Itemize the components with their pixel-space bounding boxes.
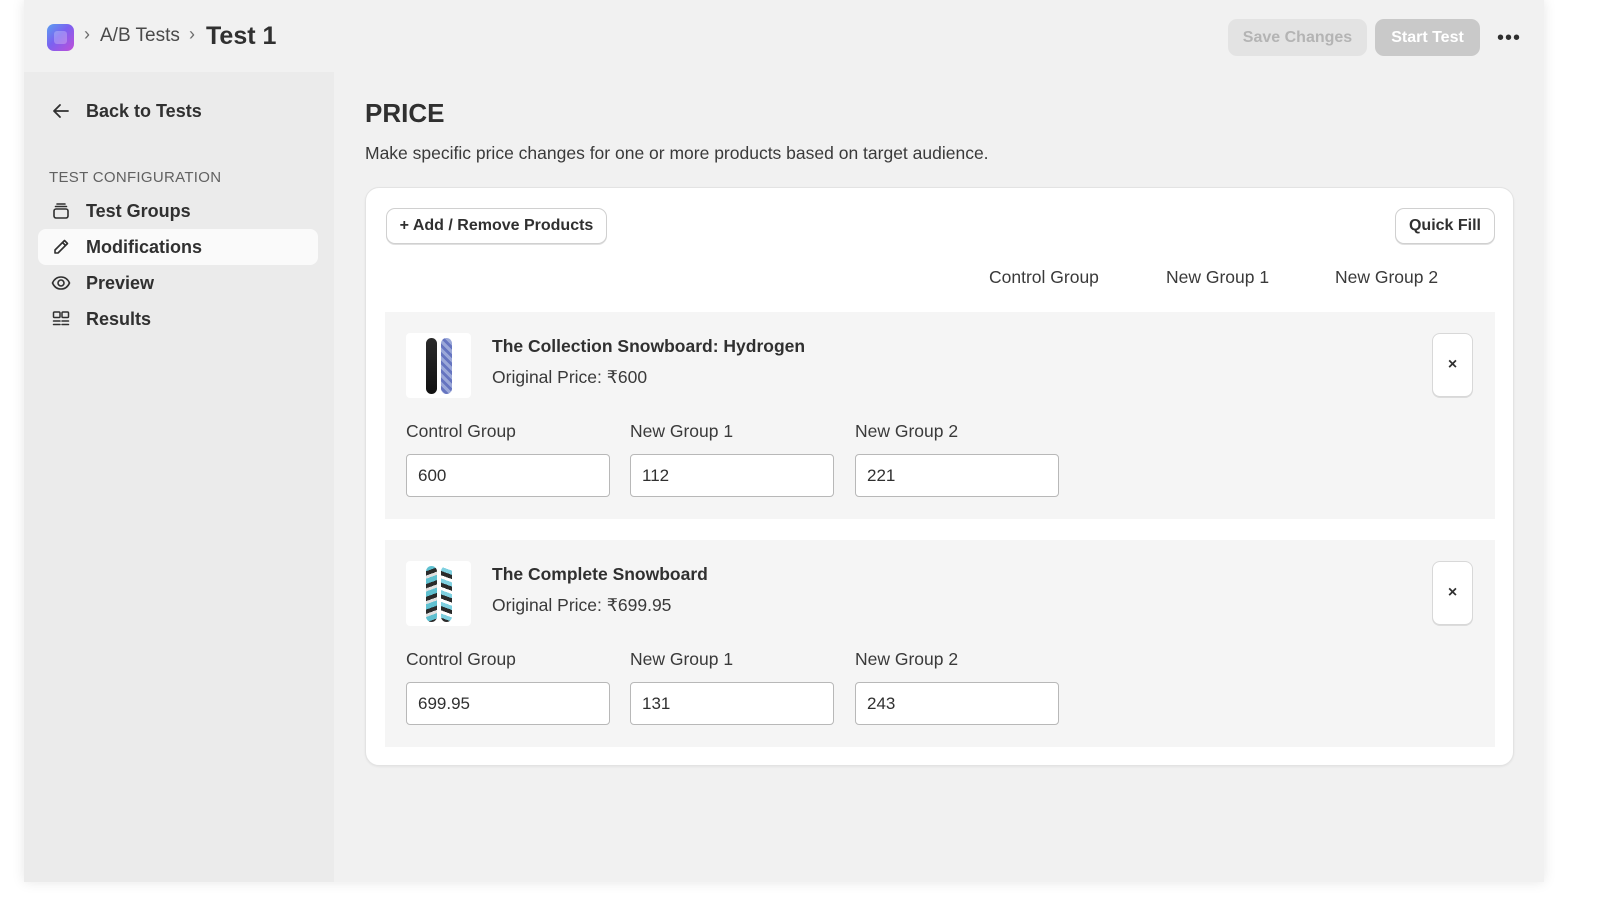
pencil-icon bbox=[50, 236, 72, 258]
product-original-price: Original Price: ₹699.95 bbox=[492, 595, 672, 615]
stack-icon bbox=[50, 200, 72, 222]
start-test-button[interactable]: Start Test bbox=[1375, 19, 1480, 56]
new-group-1-price-input[interactable] bbox=[630, 454, 834, 497]
new-group-1-price-input[interactable] bbox=[630, 682, 834, 725]
sidebar-item-label: Preview bbox=[86, 272, 155, 293]
field-label-control-group: Control Group bbox=[406, 649, 516, 669]
sidebar-item-test-groups[interactable]: Test Groups bbox=[38, 193, 318, 229]
price-card: + Add / Remove Products Quick Fill Contr… bbox=[365, 187, 1514, 766]
page-description: Make specific price changes for one or m… bbox=[365, 143, 989, 163]
field-label-new-group-1: New Group 1 bbox=[630, 649, 734, 669]
add-remove-products-button[interactable]: + Add / Remove Products bbox=[386, 208, 607, 244]
product-thumbnail bbox=[406, 333, 471, 398]
snowboard-image bbox=[440, 565, 452, 622]
top-bar: › A/B Tests › Test 1 Save Changes Start … bbox=[24, 0, 1544, 72]
more-actions-icon[interactable]: ••• bbox=[1494, 25, 1524, 51]
app-window: › A/B Tests › Test 1 Save Changes Start … bbox=[24, 0, 1544, 882]
sidebar-item-label: Test Groups bbox=[86, 200, 191, 221]
chevron-right-icon: › bbox=[189, 24, 195, 44]
sidebar-item-preview[interactable]: Preview bbox=[38, 265, 318, 301]
field-label-new-group-2: New Group 2 bbox=[855, 649, 959, 669]
snowboard-image bbox=[425, 565, 437, 622]
remove-product-button[interactable]: × bbox=[1432, 561, 1473, 625]
back-to-tests-label: Back to Tests bbox=[86, 100, 202, 121]
quick-fill-button[interactable]: Quick Fill bbox=[1395, 208, 1495, 244]
eye-icon bbox=[50, 272, 72, 294]
grid-icon bbox=[50, 308, 72, 330]
sidebar-item-label: Modifications bbox=[86, 236, 202, 257]
chevron-right-icon: › bbox=[84, 24, 90, 44]
field-label-control-group: Control Group bbox=[406, 421, 516, 441]
product-name: The Collection Snowboard: Hydrogen bbox=[492, 336, 806, 356]
sidebar: Back to Tests TEST CONFIGURATION Test Gr… bbox=[24, 72, 334, 882]
field-label-new-group-1: New Group 1 bbox=[630, 421, 734, 441]
column-header-new-group-2: New Group 2 bbox=[1335, 267, 1439, 287]
app-logo-icon[interactable] bbox=[47, 24, 74, 51]
back-to-tests-link[interactable]: Back to Tests bbox=[50, 100, 202, 122]
sidebar-item-label: Results bbox=[86, 308, 152, 329]
page-breadcrumb-title: Test 1 bbox=[206, 22, 277, 50]
sidebar-item-modifications[interactable]: Modifications bbox=[38, 229, 318, 265]
control-group-price-input[interactable] bbox=[406, 682, 610, 725]
column-header-control-group: Control Group bbox=[989, 267, 1099, 287]
breadcrumb-ab-tests[interactable]: A/B Tests bbox=[100, 25, 180, 47]
new-group-2-price-input[interactable] bbox=[855, 454, 1059, 497]
field-label-new-group-2: New Group 2 bbox=[855, 421, 959, 441]
column-header-new-group-1: New Group 1 bbox=[1166, 267, 1270, 287]
control-group-price-input[interactable] bbox=[406, 454, 610, 497]
product-thumbnail bbox=[406, 561, 471, 626]
product-original-price: Original Price: ₹600 bbox=[492, 367, 648, 387]
sidebar-item-results[interactable]: Results bbox=[38, 301, 318, 337]
snowboard-image bbox=[425, 337, 437, 394]
save-changes-button[interactable]: Save Changes bbox=[1228, 19, 1367, 56]
remove-product-button[interactable]: × bbox=[1432, 333, 1473, 397]
product-row: The Collection Snowboard: Hydrogen Origi… bbox=[385, 312, 1495, 519]
snowboard-image bbox=[440, 337, 452, 394]
product-row: The Complete Snowboard Original Price: ₹… bbox=[385, 540, 1495, 747]
new-group-2-price-input[interactable] bbox=[855, 682, 1059, 725]
section-label-test-configuration: TEST CONFIGURATION bbox=[49, 169, 222, 186]
main-content: PRICE Make specific price changes for on… bbox=[334, 72, 1544, 882]
arrow-left-icon bbox=[50, 100, 72, 122]
product-name: The Complete Snowboard bbox=[492, 564, 708, 584]
page-title: PRICE bbox=[365, 98, 445, 128]
